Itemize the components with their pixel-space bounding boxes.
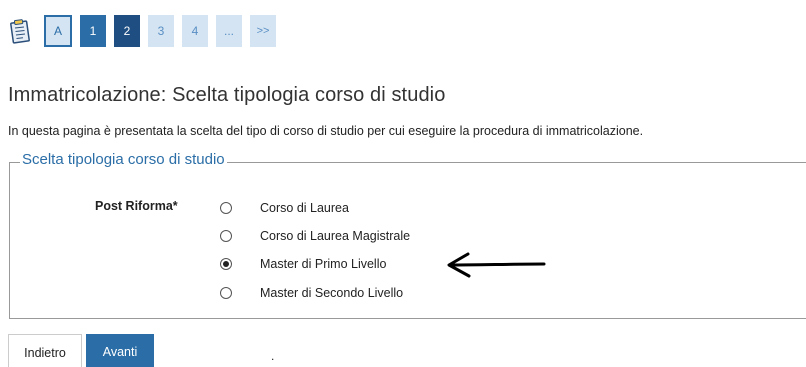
option-master-primo-livello[interactable]: Master di Primo Livello [220, 254, 386, 274]
step-2-current[interactable]: 2 [114, 15, 140, 47]
step-navigation: A 1 2 3 4 ... >> [8, 14, 284, 48]
option-label: Corso di Laurea Magistrale [260, 229, 411, 243]
page: A 1 2 3 4 ... >> Immatricolazione: Scelt… [0, 0, 806, 367]
clipboard-icon [8, 17, 32, 45]
step-a[interactable]: A [44, 15, 72, 47]
fieldset-legend: Scelta tipologia corso di studio [20, 151, 227, 168]
option-label: Master di Primo Livello [260, 257, 387, 271]
step-next[interactable]: >> [250, 15, 276, 47]
radio-button[interactable] [220, 230, 232, 242]
post-riforma-label: Post Riforma* [95, 199, 178, 213]
step-1[interactable]: 1 [80, 15, 106, 47]
arrow-left-icon [446, 251, 548, 284]
back-button[interactable]: Indietro [8, 334, 82, 367]
next-button[interactable]: Avanti [86, 334, 154, 367]
option-master-secondo-livello[interactable]: Master di Secondo Livello [220, 283, 403, 303]
radio-button[interactable] [220, 287, 232, 299]
step-3[interactable]: 3 [148, 15, 174, 47]
radio-button[interactable] [220, 202, 232, 214]
option-label: Corso di Laurea [260, 201, 349, 215]
page-intro: In questa pagina è presentata la scelta … [8, 124, 644, 138]
stray-text: . [271, 349, 275, 363]
option-label: Master di Secondo Livello [260, 286, 404, 300]
radio-selected-dot [223, 261, 229, 267]
step-4[interactable]: 4 [182, 15, 208, 47]
option-corso-di-laurea-magistrale[interactable]: Corso di Laurea Magistrale [220, 226, 410, 246]
radio-button-selected[interactable] [220, 258, 232, 270]
course-type-fieldset: Scelta tipologia corso di studio Post Ri… [9, 151, 806, 319]
step-more[interactable]: ... [216, 15, 242, 47]
page-title: Immatricolazione: Scelta tipologia corso… [8, 84, 446, 106]
option-corso-di-laurea[interactable]: Corso di Laurea [220, 198, 349, 218]
